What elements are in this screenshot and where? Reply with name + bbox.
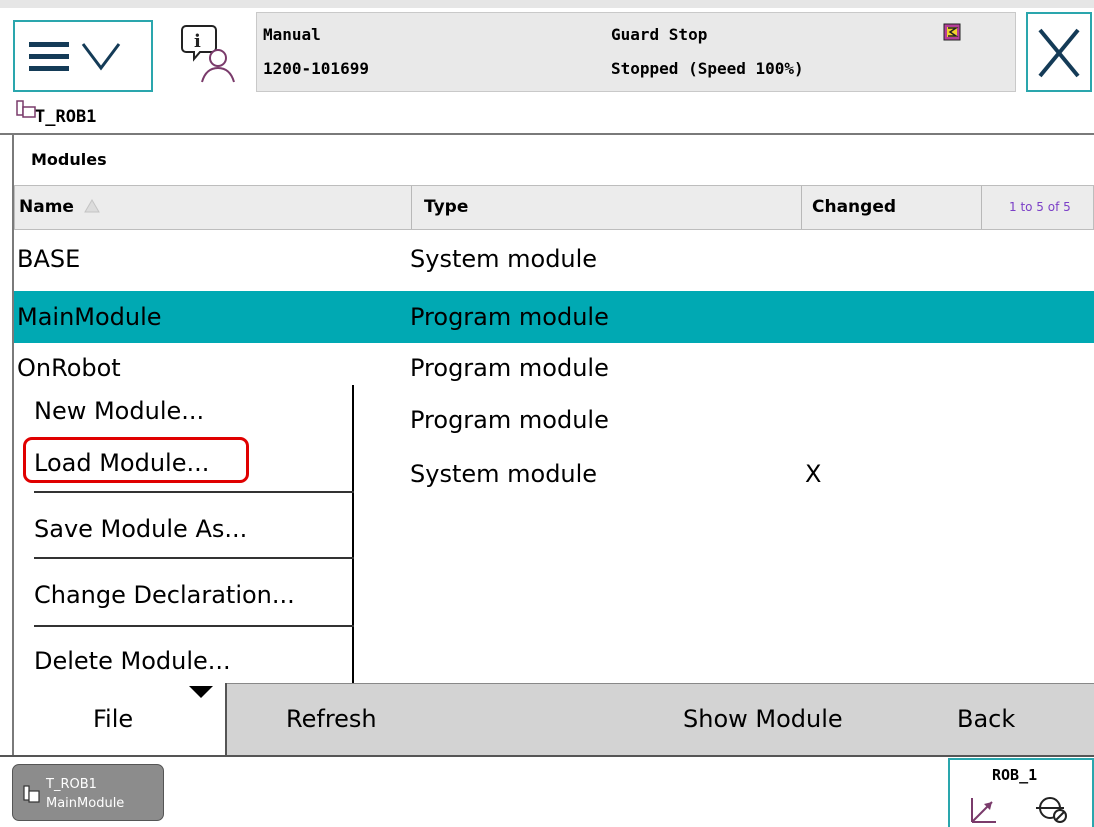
divider (34, 557, 354, 559)
table-row-selected[interactable]: MainModule Program module (14, 291, 1094, 343)
close-icon (1038, 28, 1080, 78)
back-button[interactable]: Back (957, 705, 1015, 733)
load-module-highlight (23, 437, 249, 483)
program-state: Stopped (Speed 100%) (611, 59, 804, 78)
menu-item-delete-module[interactable]: Delete Module... (34, 647, 231, 675)
column-header-type[interactable]: Type (412, 186, 802, 229)
file-button-label: File (93, 705, 134, 733)
chevron-down-icon (81, 43, 121, 71)
task-tab-label: T_ROB1 (35, 107, 97, 127)
menu-item-new-module[interactable]: New Module... (34, 397, 204, 425)
abb-menu-button[interactable] (13, 20, 153, 92)
mech-unit-label: ROB_1 (992, 766, 1038, 784)
operator-window-icon[interactable] (943, 23, 961, 41)
table-header: Name Type Changed 1 to 5 of 5 (14, 185, 1094, 230)
taskbar-task-name: T_ROB1 (46, 777, 97, 792)
svg-text:i: i (194, 31, 201, 52)
sort-ascending-icon (84, 199, 100, 213)
status-panel: Manual 1200-101699 Guard Stop Stopped (S… (256, 12, 1016, 92)
divider (0, 755, 1094, 757)
page-count: 1 to 5 of 5 (1009, 200, 1071, 214)
divider (34, 491, 354, 493)
modules-title: Modules (31, 150, 107, 169)
mechanical-unit-button[interactable]: ROB_1 (948, 758, 1094, 827)
taskbar-program-button[interactable]: T_ROB1 MainModule (12, 764, 164, 821)
coordinate-frame-icon (971, 798, 996, 823)
divider (0, 133, 1094, 135)
file-menu: New Module... Load Module... Save Module… (14, 385, 354, 683)
refresh-button[interactable]: Refresh (286, 705, 377, 733)
task-tab[interactable]: T_ROB1 (0, 95, 1094, 133)
show-module-button[interactable]: Show Module (683, 705, 843, 733)
tool-icon (1036, 797, 1067, 823)
table-row[interactable]: BASE System module (14, 233, 1094, 285)
column-header-changed[interactable]: Changed (802, 186, 982, 229)
top-strip (0, 0, 1094, 8)
hamburger-icon (29, 42, 121, 71)
menu-item-save-module-as[interactable]: Save Module As... (34, 515, 247, 543)
operating-mode: Manual (263, 25, 321, 44)
system-id: 1200-101699 (263, 59, 369, 78)
task-icon (23, 785, 40, 803)
taskbar-module-name: MainModule (46, 796, 125, 811)
close-button[interactable] (1026, 12, 1092, 92)
info-person-icon[interactable]: i (180, 22, 240, 84)
menu-item-change-declaration[interactable]: Change Declaration... (34, 581, 295, 609)
controller-state: Guard Stop (611, 25, 708, 44)
column-header-name[interactable]: Name (15, 186, 412, 229)
divider (34, 625, 354, 627)
dropdown-caret-icon (189, 686, 213, 698)
